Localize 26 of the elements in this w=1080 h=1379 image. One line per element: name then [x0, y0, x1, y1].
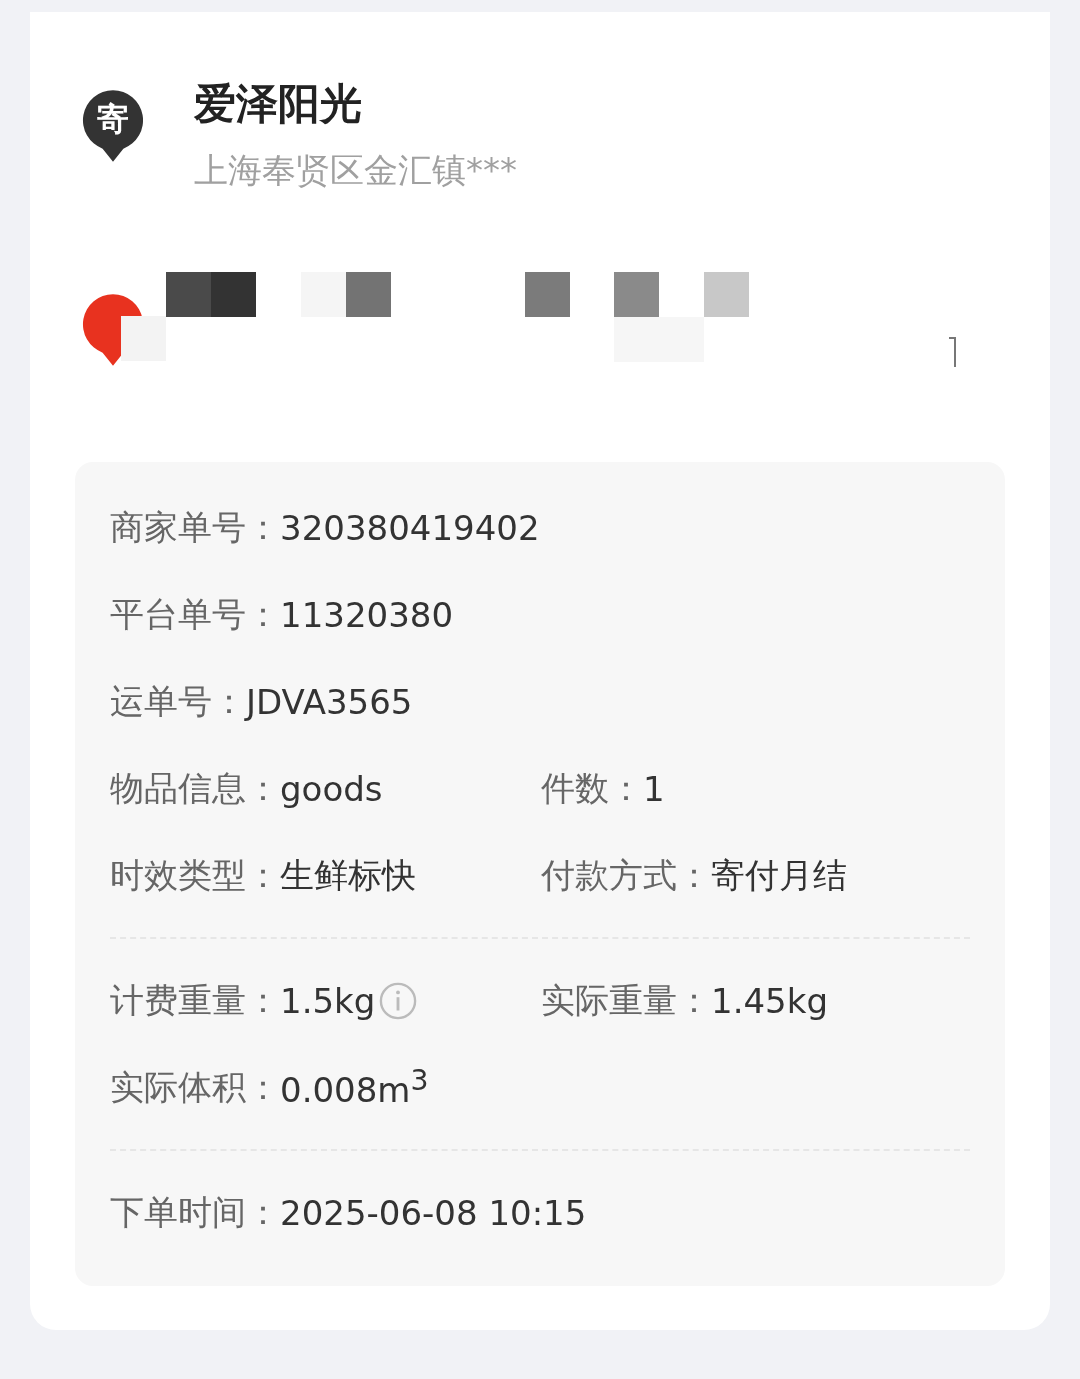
- field-value: 0.008m$^{3}$: [280, 1064, 429, 1111]
- field-label: 平台单号：: [110, 592, 280, 636]
- pin-icon: [80, 88, 146, 164]
- field-label: 下单时间：: [110, 1190, 280, 1234]
- field-value: 1: [643, 768, 665, 809]
- field-label: 计费重量：: [110, 978, 280, 1022]
- field-value: 2025-06-08 10:15: [280, 1192, 587, 1233]
- sender-name: 爱泽阳光: [194, 78, 363, 130]
- field-value: 生鲜标快: [280, 853, 416, 897]
- field-value: JDVA3565: [246, 681, 413, 722]
- field-value: 1.5kg: [280, 980, 376, 1021]
- field-label: 件数：: [541, 766, 643, 810]
- field-value: goods: [280, 768, 383, 809]
- field-label: 商家单号：: [110, 505, 280, 549]
- info-icon[interactable]: [379, 981, 418, 1020]
- field-value: 320380419402: [280, 507, 540, 548]
- field-label: 实际重量：: [541, 978, 711, 1022]
- field-value: 11320380: [280, 594, 454, 635]
- pin-label: 寄: [97, 99, 129, 140]
- field-value: 寄付月结: [711, 853, 847, 897]
- field-label: 物品信息：: [110, 766, 280, 810]
- sender-address: 上海奉贤区金汇镇***: [194, 149, 517, 192]
- field-label: 付款方式：: [541, 853, 711, 897]
- field-value: 1.45kg: [711, 980, 828, 1021]
- field-label: 实际体积：: [110, 1065, 280, 1109]
- field-label: 时效类型：: [110, 853, 280, 897]
